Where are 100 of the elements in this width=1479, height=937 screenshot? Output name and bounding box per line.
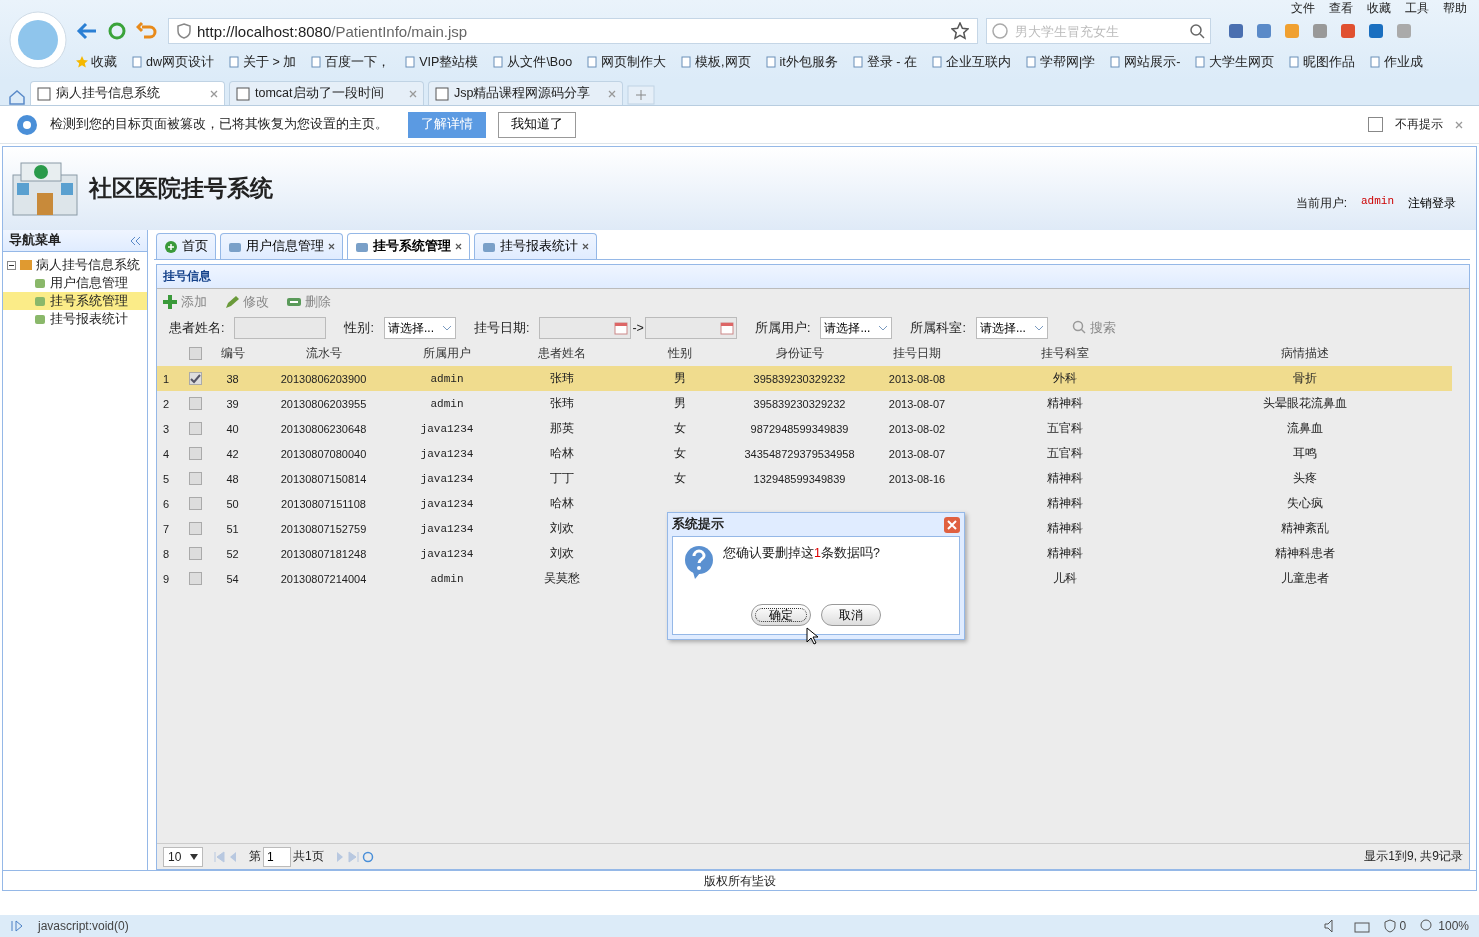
back-icon[interactable] xyxy=(76,21,98,41)
bookmark[interactable]: 网站展示- xyxy=(1109,53,1181,71)
checkbox[interactable] xyxy=(188,497,202,510)
table-cell-text: 男 xyxy=(672,395,687,412)
checkbox[interactable] xyxy=(188,572,202,585)
bookmark[interactable]: it外包服务 xyxy=(764,53,838,71)
calendar-icon[interactable] xyxy=(719,321,734,335)
close-icon[interactable] xyxy=(328,243,335,250)
browser-tab[interactable]: Jsp精品课程网源码分享 xyxy=(428,81,623,105)
sidebar-icon[interactable] xyxy=(10,920,24,932)
dialog-button[interactable]: 取消 xyxy=(821,604,881,626)
toolbar-icon[interactable] xyxy=(1395,22,1413,40)
bookmark[interactable]: dw网页设计 xyxy=(131,53,214,71)
checkbox[interactable] xyxy=(188,347,202,360)
table-cell-text: 395839230329232 xyxy=(752,396,847,412)
table-cell-text: 50 xyxy=(225,496,240,512)
tree-node[interactable]: 病人挂号信息系统 xyxy=(3,256,147,274)
bookmark[interactable]: 模板,网页 xyxy=(680,53,751,71)
toolbar-icon[interactable] xyxy=(1311,22,1329,40)
bookmark[interactable]: 学帮网|学 xyxy=(1024,53,1096,71)
tree-node[interactable]: 用户信息管理 xyxy=(3,274,147,292)
item-icon xyxy=(33,312,47,326)
bookmark[interactable]: 收藏 xyxy=(76,53,117,71)
bookmark[interactable]: 网页制作大 xyxy=(586,53,667,71)
column-header: 流水号 xyxy=(304,345,343,362)
date-field[interactable] xyxy=(539,317,632,339)
toolbar-icon[interactable] xyxy=(1283,22,1301,40)
select-field[interactable]: 请选择... xyxy=(383,317,456,339)
search-icon[interactable] xyxy=(1189,23,1205,39)
app-tab[interactable]: 挂号报表统计 xyxy=(474,233,597,259)
page-icon xyxy=(228,56,240,68)
checkbox[interactable] xyxy=(188,522,202,535)
table-cell-text: 女 xyxy=(672,445,687,462)
first-page-icon[interactable] xyxy=(213,850,225,863)
block-count: 0 xyxy=(1399,919,1407,933)
dialog-button[interactable]: 确定 xyxy=(751,604,811,626)
checkbox[interactable] xyxy=(188,547,202,560)
page-icon xyxy=(435,86,449,101)
last-page-icon[interactable] xyxy=(347,850,360,863)
page-field[interactable]: 1 xyxy=(263,846,291,867)
toolbar-icon[interactable] xyxy=(1227,22,1245,40)
calendar-icon[interactable] xyxy=(614,321,629,335)
menu-item[interactable]: 查看 xyxy=(1329,0,1353,16)
collapse-icon[interactable] xyxy=(129,235,141,246)
table-cell-text: java1234 xyxy=(419,546,475,562)
close-icon[interactable] xyxy=(944,516,960,533)
checkbox[interactable] xyxy=(188,397,202,410)
app-tab[interactable]: 挂号系统管理 xyxy=(347,233,470,259)
collapse-toggle-icon[interactable] xyxy=(7,260,16,270)
page-icon xyxy=(131,56,143,68)
checkbox[interactable] xyxy=(188,422,202,435)
notice-button[interactable]: 我知道了 xyxy=(498,111,576,138)
checkbox[interactable] xyxy=(188,447,202,460)
home-icon[interactable] xyxy=(8,89,26,105)
table-cell-text: 20130806203955 xyxy=(279,396,368,412)
checkbox[interactable] xyxy=(1368,117,1383,132)
checkbox[interactable] xyxy=(188,472,202,485)
table-cell-text: 女 xyxy=(672,420,687,437)
tree-node[interactable]: 挂号报表统计 xyxy=(3,310,147,328)
toolbar-icon[interactable] xyxy=(1255,22,1273,40)
bookmark[interactable]: VIP整站模 xyxy=(404,53,479,71)
bookmark[interactable]: 百度一下， xyxy=(310,53,391,71)
table-cell-text: 哈林 xyxy=(549,495,575,512)
close-icon[interactable] xyxy=(455,243,462,250)
bookmark[interactable]: 从文件\Boo xyxy=(492,53,573,71)
page-icon xyxy=(1109,56,1122,68)
bookmark[interactable]: 关于 > 加 xyxy=(228,53,297,71)
column-header: 患者姓名 xyxy=(537,345,587,362)
question-icon xyxy=(683,545,715,579)
input-field[interactable] xyxy=(234,317,327,339)
bookmark[interactable]: 大学生网页 xyxy=(1194,53,1275,71)
column-header: 挂号科室 xyxy=(1039,345,1090,362)
menu-item[interactable]: 帮助 xyxy=(1443,0,1467,16)
table-cell-text: 头晕眼花流鼻血 xyxy=(1261,395,1348,412)
close-icon[interactable] xyxy=(582,243,589,250)
toolbar-icon[interactable] xyxy=(1339,22,1357,40)
address-field[interactable]: http://localhost:8080/PatientInfo/main.jsp xyxy=(168,18,978,44)
browser-tab[interactable]: tomcat启动了一段时间 xyxy=(229,81,424,105)
table-cell-text: 20130807151108 xyxy=(280,496,367,512)
bookmark[interactable]: 作业成 xyxy=(1369,53,1424,71)
select-field[interactable]: 请选择... xyxy=(820,317,893,339)
bookmark[interactable]: 登录 - 在 xyxy=(851,53,917,71)
app-tab[interactable]: 首页 xyxy=(156,233,216,259)
menu-item[interactable]: 工具 xyxy=(1405,0,1429,16)
bookmark[interactable]: 昵图作品 xyxy=(1288,53,1356,71)
tree-node[interactable]: 挂号系统管理 xyxy=(3,292,147,310)
bookmark[interactable]: 企业互联内 xyxy=(930,53,1011,71)
star-icon[interactable] xyxy=(951,22,969,40)
app-tab[interactable]: 用户信息管理 xyxy=(220,233,343,259)
menu-item[interactable]: 收藏 xyxy=(1367,0,1391,16)
logout-link[interactable]: 注销登录 xyxy=(1408,195,1456,212)
page-size-select[interactable]: 10 xyxy=(163,846,203,867)
new-tab-icon[interactable] xyxy=(627,83,655,105)
date-field[interactable] xyxy=(644,317,737,339)
browser-tab[interactable]: 病人挂号信息系统 xyxy=(30,81,225,105)
menu-item[interactable]: 文件 xyxy=(1291,0,1315,16)
select-field[interactable]: 请选择... xyxy=(975,317,1048,339)
checkbox[interactable] xyxy=(188,372,202,385)
search-field[interactable]: 男大学生冒充女生 xyxy=(986,18,1211,44)
toolbar-icon[interactable] xyxy=(1367,22,1385,40)
